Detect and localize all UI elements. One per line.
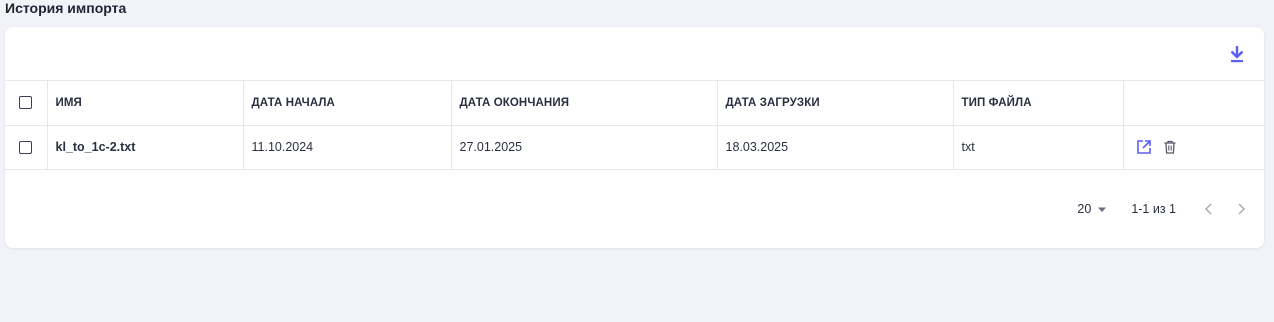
header-name[interactable]: ИМЯ <box>47 81 244 126</box>
header-end-date[interactable]: ДАТА ОКОНЧАНИЯ <box>451 81 718 126</box>
header-upload-date[interactable]: ДАТА ЗАГРУЗКИ <box>717 81 954 126</box>
cell-file-type: txt <box>953 125 1124 170</box>
import-history-table: ИМЯ ДАТА НАЧАЛА ДАТА ОКОНЧАНИЯ ДАТА ЗАГР… <box>5 81 1264 170</box>
page-size-value: 20 <box>1077 202 1092 216</box>
header-file-type[interactable]: ТИП ФАЙЛА <box>953 81 1124 126</box>
row-select-cell <box>5 125 48 170</box>
table-toolbar <box>5 27 1264 81</box>
row-checkbox[interactable] <box>19 141 33 155</box>
table-header-row: ИМЯ ДАТА НАЧАЛА ДАТА ОКОНЧАНИЯ ДАТА ЗАГР… <box>5 81 1264 126</box>
cell-actions <box>1123 125 1264 170</box>
chevron-left-icon[interactable] <box>1200 200 1218 218</box>
cell-upload-date: 18.03.2025 <box>717 125 954 170</box>
download-icon[interactable] <box>1228 44 1246 64</box>
select-all-cell <box>5 81 48 126</box>
trash-icon[interactable] <box>1162 139 1178 155</box>
pagination-range: 1-1 из 1 <box>1131 202 1176 216</box>
cell-name: kl_to_1c-2.txt <box>47 125 244 170</box>
table-row: kl_to_1c-2.txt 11.10.2024 27.01.2025 18.… <box>5 125 1264 170</box>
cell-end-date: 27.01.2025 <box>451 125 718 170</box>
header-start-date[interactable]: ДАТА НАЧАЛА <box>243 81 452 126</box>
open-external-icon[interactable] <box>1136 139 1152 155</box>
pagination: 20 1-1 из 1 <box>1077 198 1264 220</box>
header-actions <box>1123 81 1264 126</box>
chevron-right-icon[interactable] <box>1232 200 1250 218</box>
page-size-select[interactable]: 20 <box>1077 202 1107 216</box>
page-title: История импорта <box>5 0 127 16</box>
select-all-checkbox[interactable] <box>19 96 33 110</box>
cell-start-date: 11.10.2024 <box>243 125 452 170</box>
import-history-card: ИМЯ ДАТА НАЧАЛА ДАТА ОКОНЧАНИЯ ДАТА ЗАГР… <box>5 27 1264 248</box>
caret-down-icon <box>1097 202 1107 216</box>
